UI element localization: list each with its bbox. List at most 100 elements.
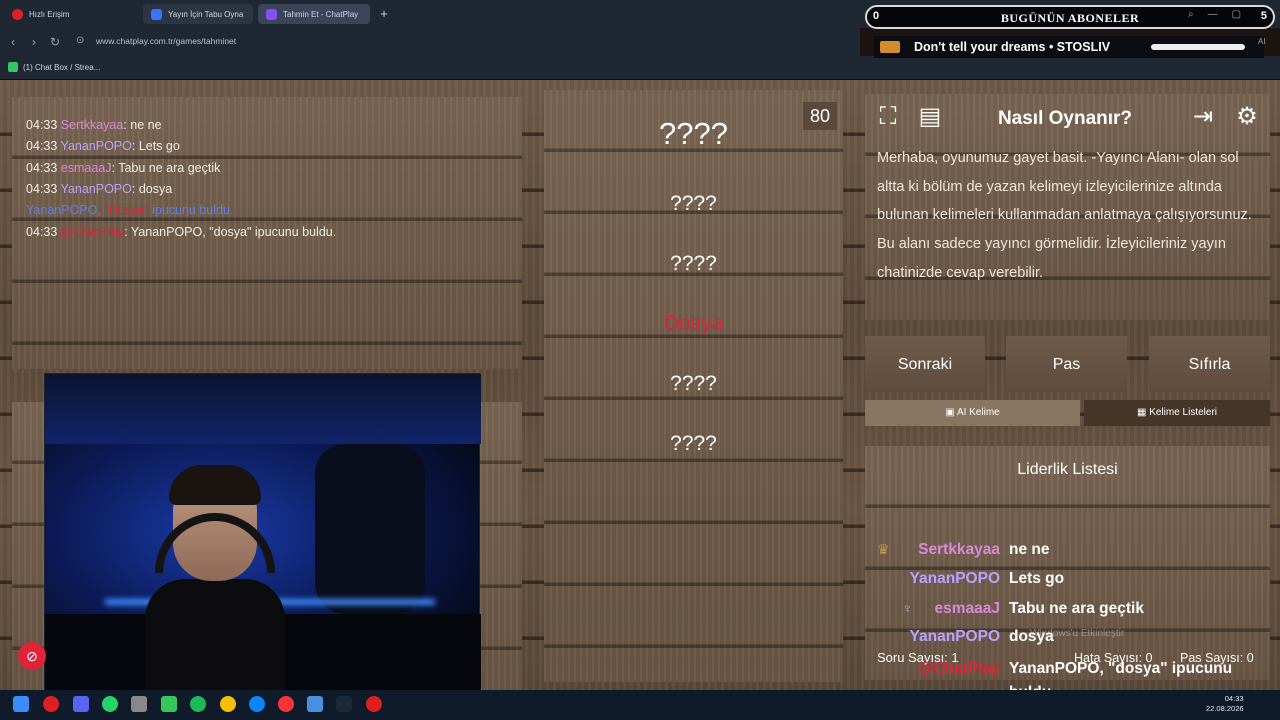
chat-msg: : Lets go bbox=[131, 139, 180, 153]
tab-chatplay[interactable]: Tahmin Et - ChatPlay bbox=[258, 4, 370, 24]
url-field[interactable]: www.chatplay.com.tr/games/tahminet bbox=[96, 36, 236, 46]
bookmarks-bar: (1) Chat Box / Strea... bbox=[0, 56, 1280, 80]
search-icon[interactable]: ⌕ bbox=[1188, 9, 1194, 20]
now-playing-overlay: Don't tell your dreams • STOSLIV bbox=[874, 36, 1264, 58]
tab-label: Hızlı Erişim bbox=[29, 9, 70, 19]
maximize-icon[interactable]: ▢ bbox=[1232, 9, 1241, 20]
leaderboard-user: YananPOPO bbox=[909, 570, 1000, 587]
expand-icon[interactable]: ⛶ bbox=[873, 102, 903, 132]
leaderboard-user: esmaaaJ bbox=[934, 600, 1000, 617]
reset-button[interactable]: Sıfırla bbox=[1149, 336, 1270, 392]
hidden-word: ???? bbox=[670, 432, 717, 455]
pass-button[interactable]: Pas bbox=[1006, 336, 1127, 392]
clock[interactable]: 04:33 22.08.2026 bbox=[1206, 694, 1244, 714]
leaderboard-title: Liderlik Listesi bbox=[1017, 461, 1118, 478]
chat-time: 04:33 bbox=[26, 139, 58, 153]
whatsapp-icon[interactable] bbox=[102, 696, 118, 712]
chat-word: "Dosya" bbox=[104, 203, 149, 217]
bookmark-chatbox[interactable]: (1) Chat Box / Strea... bbox=[8, 62, 100, 72]
streamer bbox=[145, 465, 285, 692]
opera-icon bbox=[12, 8, 23, 20]
gear-icon[interactable]: ⚙ bbox=[1232, 102, 1262, 132]
hidden-word: ???? bbox=[670, 192, 717, 215]
chat-time: 04:33 bbox=[26, 182, 58, 196]
revealed-word: Dosya bbox=[663, 312, 724, 335]
chat-msg: : ne ne bbox=[123, 118, 162, 132]
ai-badge: AI bbox=[1258, 37, 1266, 46]
leaderboard-user: Sertkkayaa bbox=[918, 541, 1000, 558]
game-stage: 04:33 Sertkkayaa: ne ne 04:33 YananPOPO:… bbox=[0, 80, 1280, 701]
yandex-icon[interactable] bbox=[278, 696, 294, 712]
forward-icon[interactable]: › bbox=[27, 35, 41, 49]
taskbar: 04:33 22.08.2026 bbox=[0, 690, 1280, 720]
lock-icon: ⊙ bbox=[76, 35, 85, 46]
chat-line: 04:33 @ChatPlay: YananPOPO, "dosya" ipuc… bbox=[26, 225, 336, 239]
minimize-icon[interactable]: — bbox=[1208, 9, 1218, 20]
chat-msg: : YananPOPO, "dosya" ipucunu buldu. bbox=[124, 225, 337, 239]
chat-line: 04:33 Sertkkayaa: ne ne bbox=[26, 118, 162, 132]
leaderboard-msg: Tabu ne ara geçtik bbox=[1009, 600, 1144, 617]
tab-label: Kelime Listeleri bbox=[1149, 407, 1218, 418]
chrome-icon[interactable] bbox=[220, 696, 236, 712]
chat-time: 04:33 bbox=[26, 225, 58, 239]
chat-line: 04:33 YananPOPO: Lets go bbox=[26, 139, 180, 153]
back-icon[interactable]: ‹ bbox=[6, 35, 20, 49]
chat-line: 04:33 YananPOPO: dosya bbox=[26, 182, 172, 196]
app-icon[interactable] bbox=[161, 696, 177, 712]
logout-icon[interactable]: ⇥ bbox=[1188, 102, 1218, 132]
chat-user: esmaaaJ bbox=[60, 161, 112, 175]
howto-title: Nasıl Oynanır? bbox=[997, 108, 1133, 129]
robot-icon: ▣ bbox=[945, 407, 957, 418]
howto-text: Merhaba, oyunumuz gayet basit. -Yayıncı … bbox=[877, 150, 1252, 281]
windows-watermark: Windows'u Etkinleştir bbox=[1030, 628, 1125, 639]
reload-icon[interactable]: ↻ bbox=[48, 35, 62, 49]
next-button[interactable]: Sonraki bbox=[865, 336, 985, 392]
record-icon[interactable]: ⊘ bbox=[18, 642, 46, 670]
site-icon bbox=[266, 8, 277, 20]
tab-quick-access[interactable]: Hızlı Erişim bbox=[4, 4, 136, 24]
discord-icon[interactable] bbox=[73, 696, 89, 712]
hidden-word: ???? bbox=[659, 116, 728, 151]
chat-time: 04:33 bbox=[26, 161, 58, 175]
tab-word-lists[interactable]: ▦ Kelime Listeleri bbox=[1084, 400, 1270, 426]
chat-user: @ChatPlay bbox=[60, 225, 125, 239]
new-tab-button[interactable]: + bbox=[377, 7, 391, 21]
chat-msg: : Tabu ne ara geçtik bbox=[111, 161, 221, 175]
chat-user: YananPOPO, bbox=[26, 203, 101, 217]
app-icon[interactable] bbox=[131, 696, 147, 712]
opera-icon[interactable] bbox=[43, 696, 59, 712]
leaderboard-user: @ChatPlay bbox=[918, 660, 1000, 677]
song-progress-bar bbox=[1151, 44, 1245, 50]
song-title: Don't tell your dreams • STOSLIV bbox=[914, 40, 1111, 54]
site-icon bbox=[151, 8, 162, 20]
chat-panel: 04:33 Sertkkayaa: ne ne 04:33 YananPOPO:… bbox=[12, 97, 522, 369]
steam-icon[interactable] bbox=[336, 696, 352, 712]
chat-user: YananPOPO bbox=[60, 182, 132, 196]
leaderboard-user: YananPOPO bbox=[909, 628, 1000, 645]
tab-tabu[interactable]: Yayın İçin Tabu Oyna bbox=[143, 4, 253, 24]
bookmark-label: (1) Chat Box / Strea... bbox=[23, 62, 101, 72]
youtube-icon[interactable] bbox=[366, 696, 382, 712]
chat-msg: ipucunu buldu. bbox=[152, 203, 234, 217]
subscriber-goal: 5 bbox=[1260, 10, 1267, 22]
leaderboard-msg: Lets go bbox=[1009, 570, 1065, 587]
chat-line: 04:33 esmaaaJ: Tabu ne ara geçtik bbox=[26, 161, 220, 175]
edge-icon[interactable] bbox=[249, 696, 265, 712]
tab-label: Yayın İçin Tabu Oyna bbox=[168, 9, 244, 19]
clock-time: 04:33 bbox=[1224, 694, 1244, 703]
music-icon bbox=[880, 41, 900, 53]
hidden-word: ???? bbox=[670, 372, 717, 395]
chatbox-icon bbox=[8, 62, 18, 72]
tab-ai-word[interactable]: ▣ AI Kelime bbox=[865, 400, 1080, 426]
clock-date: 22.08.2026 bbox=[1206, 704, 1244, 713]
list-icon: ▦ bbox=[1136, 407, 1150, 418]
address-bar: ‹ › ↻ ⊙ www.chatplay.com.tr/games/tahmin… bbox=[0, 28, 860, 56]
spotify-icon[interactable] bbox=[190, 696, 206, 712]
chat-time: 04:33 bbox=[26, 118, 58, 132]
start-icon[interactable] bbox=[13, 696, 29, 712]
webcam-feed bbox=[44, 373, 481, 692]
chat-user: Sertkkayaa bbox=[60, 118, 124, 132]
chat-system-line: YananPOPO, "Dosya" ipucunu buldu. bbox=[26, 203, 233, 217]
app-icon[interactable] bbox=[307, 696, 323, 712]
chat-msg: : dosya bbox=[131, 182, 173, 196]
